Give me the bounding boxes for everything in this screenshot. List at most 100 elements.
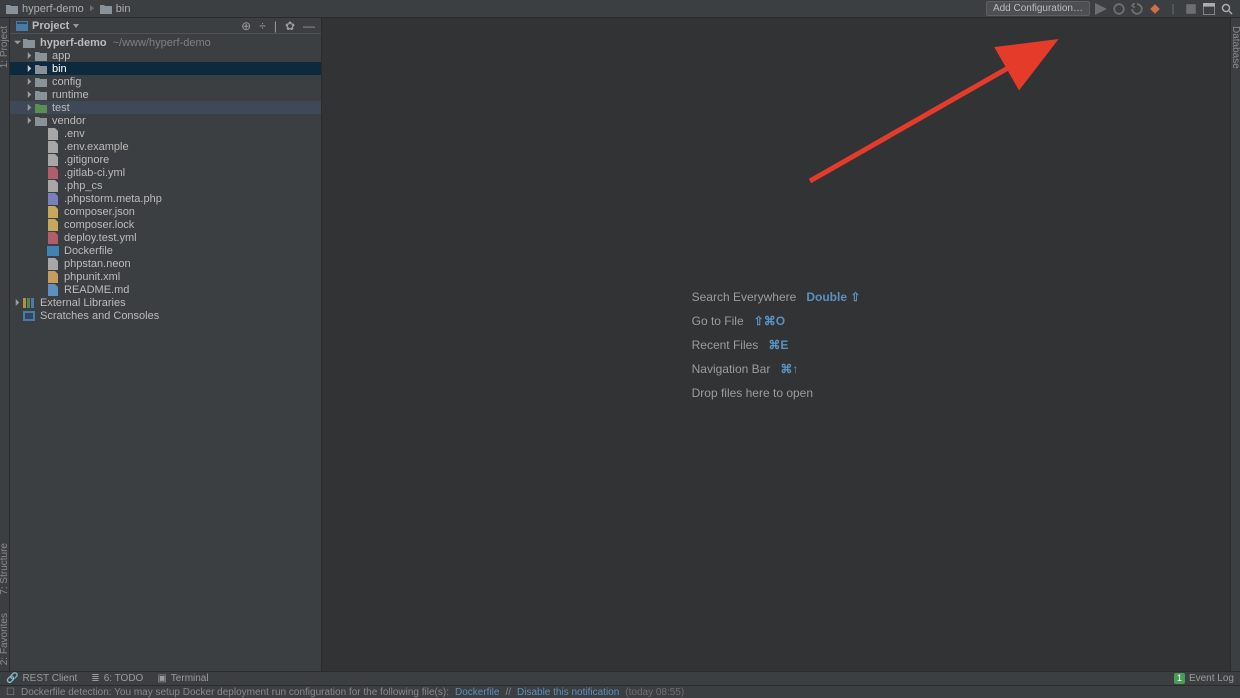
database-tab[interactable]: Database	[1230, 20, 1240, 75]
tree-folder-runtime[interactable]: runtime	[10, 88, 321, 101]
navigation-bar: hyperf-demo bin Add Configuration… |	[0, 0, 1240, 18]
todo-tab[interactable]: ≣6: TODO	[91, 673, 143, 684]
folder-icon	[34, 63, 48, 75]
tree-scratches[interactable]: Scratches and Consoles	[10, 309, 321, 322]
project-header: Project ⊕ ÷ | ✿ —	[10, 18, 321, 34]
divider-icon: |	[274, 20, 277, 32]
rerun-icon[interactable]	[1130, 2, 1144, 16]
rest-icon: 🔗	[6, 673, 18, 684]
locate-icon[interactable]: ⊕	[241, 20, 251, 32]
tree-file-phpunit[interactable]: phpunit.xml	[10, 270, 321, 283]
breadcrumb-root-label: hyperf-demo	[22, 3, 84, 15]
tree-folder-test[interactable]: test	[10, 101, 321, 114]
right-tool-strip: Database	[1230, 18, 1240, 671]
terminal-tab[interactable]: ▣Terminal	[157, 673, 208, 684]
hint-goto-label: Go to File	[692, 314, 744, 328]
project-tool-window: Project ⊕ ÷ | ✿ — hyperf-demo ~/www/hype…	[10, 18, 322, 671]
structure-tab[interactable]: 7: Structure	[0, 537, 10, 601]
tree-root-path: ~/www/hyperf-demo	[113, 37, 211, 49]
tree-root-label: hyperf-demo	[40, 37, 107, 49]
git-icon[interactable]	[1148, 2, 1162, 16]
hint-search-shortcut: Double ⇧	[806, 290, 860, 304]
event-log-badge: 1	[1174, 673, 1185, 684]
tree-file-gitlab-ci[interactable]: .gitlab-ci.yml	[10, 166, 321, 179]
breadcrumb-child[interactable]: bin	[100, 3, 131, 15]
folder-icon	[22, 37, 36, 49]
editor-empty-area[interactable]: Search EverywhereDouble ⇧ Go to File⇧⌘O …	[322, 18, 1230, 671]
gear-icon[interactable]: ✿	[285, 20, 295, 32]
chevron-right-icon[interactable]	[12, 299, 22, 306]
tree-file-readme[interactable]: README.md	[10, 283, 321, 296]
hint-recent-label: Recent Files	[692, 338, 759, 352]
search-everywhere-icon[interactable]	[1220, 2, 1234, 16]
tree-file-gitignore[interactable]: .gitignore	[10, 153, 321, 166]
status-time: (today 08:55)	[625, 687, 684, 698]
chevron-down-icon[interactable]	[12, 39, 22, 46]
todo-icon: ≣	[91, 673, 99, 684]
tree-folder-app[interactable]: app	[10, 49, 321, 62]
project-view-icon	[16, 21, 28, 31]
event-log-tab[interactable]: 1Event Log	[1174, 673, 1234, 684]
tree-file-env-example[interactable]: .env.example	[10, 140, 321, 153]
project-header-label[interactable]: Project	[32, 20, 69, 32]
status-link-disable[interactable]: Disable this notification	[517, 687, 619, 698]
file-icon	[46, 128, 60, 140]
folder-icon	[34, 115, 48, 127]
tree-file-env[interactable]: .env	[10, 127, 321, 140]
yaml-icon	[46, 232, 60, 244]
tree-external-libraries[interactable]: External Libraries	[10, 296, 321, 309]
scratches-icon	[22, 310, 36, 322]
status-separator: //	[505, 687, 511, 698]
add-configuration-button[interactable]: Add Configuration…	[986, 1, 1090, 16]
chevron-right-icon[interactable]	[24, 78, 34, 85]
file-icon	[46, 141, 60, 153]
layout-icon[interactable]	[1202, 2, 1216, 16]
file-icon	[46, 154, 60, 166]
hide-icon[interactable]: —	[303, 20, 315, 32]
tree-file-composer-lock[interactable]: composer.lock	[10, 218, 321, 231]
status-icon[interactable]: ☐	[6, 687, 15, 698]
favorites-tab[interactable]: 2: Favorites	[0, 607, 10, 671]
breadcrumb-separator-icon	[90, 5, 94, 12]
tree-folder-vendor[interactable]: vendor	[10, 114, 321, 127]
json-icon	[46, 219, 60, 231]
hint-navbar-shortcut: ⌘↑	[780, 362, 798, 376]
tree-root[interactable]: hyperf-demo ~/www/hyperf-demo	[10, 36, 321, 49]
folder-icon	[34, 89, 48, 101]
status-link-dockerfile[interactable]: Dockerfile	[455, 687, 499, 698]
chevron-right-icon[interactable]	[24, 117, 34, 124]
chevron-right-icon[interactable]	[24, 65, 34, 72]
tree-folder-bin[interactable]: bin	[10, 62, 321, 75]
tree-file-deploy-test[interactable]: deploy.test.yml	[10, 231, 321, 244]
terminal-icon: ▣	[157, 673, 166, 684]
tree-file-phpstan[interactable]: phpstan.neon	[10, 257, 321, 270]
breadcrumb-child-label: bin	[116, 3, 131, 15]
stop-icon[interactable]	[1184, 2, 1198, 16]
chevron-right-icon[interactable]	[24, 104, 34, 111]
folder-icon	[34, 76, 48, 88]
tree-file-composer-json[interactable]: composer.json	[10, 205, 321, 218]
hint-goto-shortcut: ⇧⌘O	[754, 314, 785, 328]
tree-file-phpstorm-meta[interactable]: .phpstorm.meta.php	[10, 192, 321, 205]
folder-icon	[100, 4, 112, 14]
yaml-icon	[46, 167, 60, 179]
folder-icon	[6, 4, 18, 14]
debug-icon[interactable]	[1112, 2, 1126, 16]
chevron-right-icon[interactable]	[24, 91, 34, 98]
project-tab[interactable]: 1: Project	[0, 20, 10, 74]
rest-client-tab[interactable]: 🔗REST Client	[6, 673, 77, 684]
tree-file-dockerfile[interactable]: Dockerfile	[10, 244, 321, 257]
library-icon	[22, 297, 36, 309]
divider-icon: |	[1166, 2, 1180, 16]
chevron-right-icon[interactable]	[24, 52, 34, 59]
project-tree: hyperf-demo ~/www/hyperf-demo app bin co…	[10, 34, 321, 671]
bottom-tool-bar: 🔗REST Client ≣6: TODO ▣Terminal 1Event L…	[0, 671, 1240, 685]
collapse-icon[interactable]: ÷	[259, 20, 266, 32]
chevron-down-icon[interactable]	[73, 23, 79, 29]
run-icon[interactable]	[1094, 2, 1108, 16]
tree-folder-config[interactable]: config	[10, 75, 321, 88]
xml-icon	[46, 271, 60, 283]
breadcrumb-root[interactable]: hyperf-demo	[6, 3, 84, 15]
annotation-arrow-icon	[800, 36, 1060, 186]
tree-file-php-cs[interactable]: .php_cs	[10, 179, 321, 192]
